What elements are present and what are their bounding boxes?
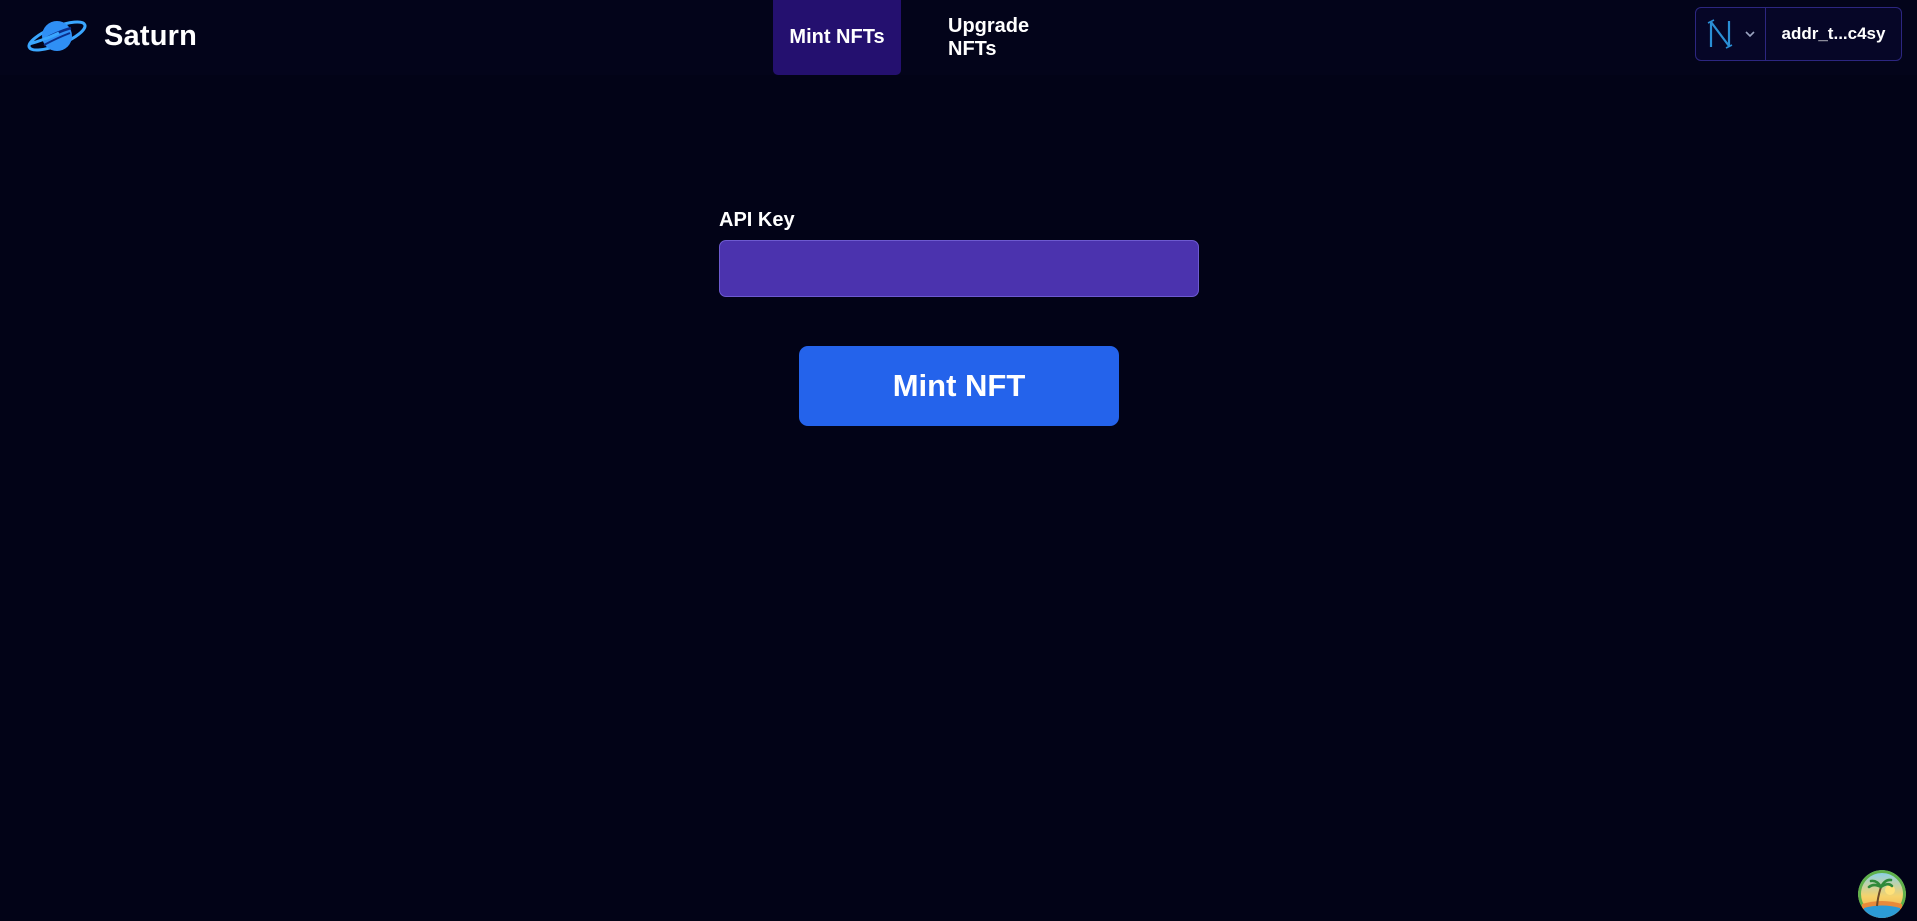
mint-form: API Key xyxy=(719,206,1199,297)
tab-upgrade-nfts[interactable]: Upgrade NFTs xyxy=(948,0,1080,75)
palm-beach-avatar-icon xyxy=(1858,870,1906,918)
wallet-widget: addr_t...c4sy xyxy=(1695,7,1902,61)
saturn-planet-icon xyxy=(27,20,87,52)
network-n-icon xyxy=(1707,19,1732,49)
mint-nft-button[interactable]: Mint NFT xyxy=(799,346,1119,426)
api-key-input[interactable] xyxy=(719,240,1199,297)
top-navigation-bar: Saturn Mint NFTs Upgrade NFTs addr_t...c… xyxy=(0,0,1917,75)
network-selector[interactable] xyxy=(1696,8,1766,60)
main-nav-tabs: Mint NFTs Upgrade NFTs xyxy=(773,0,1080,75)
tab-mint-nfts[interactable]: Mint NFTs xyxy=(773,0,901,75)
api-key-label: API Key xyxy=(719,209,795,231)
chevron-down-icon xyxy=(1744,31,1755,38)
wallet-address[interactable]: addr_t...c4sy xyxy=(1766,8,1901,60)
brand-name: Saturn xyxy=(104,19,198,52)
brand-logo[interactable]: Saturn xyxy=(24,14,197,58)
corner-avatar[interactable] xyxy=(1858,870,1906,918)
